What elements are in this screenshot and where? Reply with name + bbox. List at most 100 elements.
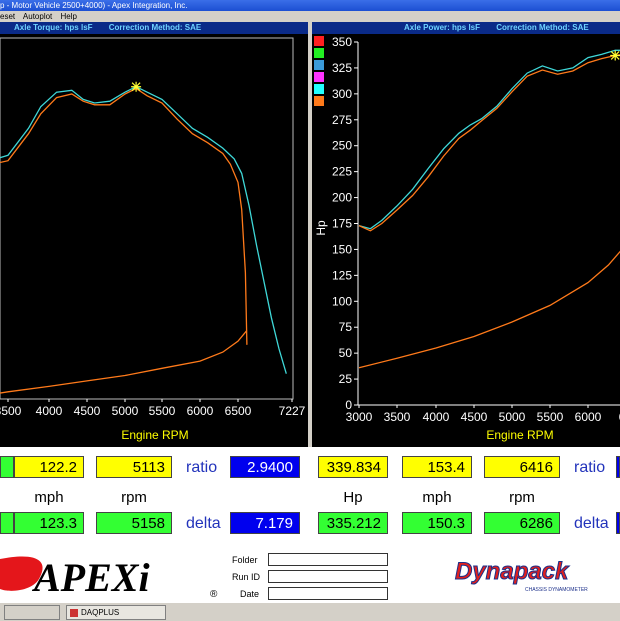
right-y-tick-label: 100 xyxy=(332,294,352,308)
taskbar-empty-button[interactable] xyxy=(4,605,60,620)
dynapack-subtitle: CHASSIS DYNAMOMETER xyxy=(525,587,588,593)
delta-label: delta xyxy=(186,515,221,532)
folder-label: Folder xyxy=(232,555,258,565)
right-ratio-edge xyxy=(616,456,620,478)
dynapack-wordmark: Dynapack xyxy=(455,558,570,585)
dynapack-logo: Dynapack CHASSIS DYNAMOMETER xyxy=(455,558,589,594)
ratio-value: 2.9400 xyxy=(230,456,300,478)
right-series-line-0 xyxy=(358,49,620,230)
left-rpm-unit: rpm xyxy=(121,489,147,506)
right-ratio-label: ratio xyxy=(574,459,606,476)
right-hp-1: 339.834 xyxy=(318,456,388,478)
left-x-tick-label: 6500 xyxy=(225,404,252,418)
apexi-logo: APEXi ® xyxy=(0,555,218,600)
left-series-line-1 xyxy=(0,87,248,345)
right-x-tick-label: 3000 xyxy=(346,410,373,424)
delta-value: 7.179 xyxy=(230,512,300,534)
right-correction-label: Correction Method: SAE xyxy=(496,23,589,32)
right-x-tick-label: 3500 xyxy=(384,410,411,424)
window-title: p - Motor Vehicle 2500+4000) - Apex Inte… xyxy=(0,1,188,10)
menu-bar: eset Autoplot Help xyxy=(0,11,620,22)
left-rpm-2: 5158 xyxy=(96,512,172,534)
left-series-line-2 xyxy=(0,329,248,394)
left-x-tick-label: 7227 xyxy=(279,404,306,418)
left-info-bar: Axle Torque: hps lsF Correction Method: … xyxy=(0,22,308,34)
right-y-tick-label: 50 xyxy=(339,346,353,360)
left-rpm-1: 5113 xyxy=(96,456,172,478)
legend-swatch xyxy=(314,72,324,82)
readout-panel: 122.2 5113 ratio 2.9400 mph rpm 123.3 51… xyxy=(0,447,620,547)
right-rpm-1: 6416 xyxy=(484,456,560,478)
right-rpm-2: 6286 xyxy=(484,512,560,534)
right-mph-unit: mph xyxy=(422,489,452,506)
legend-swatch xyxy=(314,84,324,94)
left-x-tick-label: 4000 xyxy=(36,404,63,418)
window-title-bar: p - Motor Vehicle 2500+4000) - Apex Inte… xyxy=(0,0,620,11)
right-y-axis-label: Hp xyxy=(314,220,328,236)
taskbar-daqplus-button[interactable]: DAQPLUS xyxy=(66,605,166,620)
left-x-tick-label: 5500 xyxy=(149,404,176,418)
right-y-tick-label: 350 xyxy=(332,35,352,49)
right-y-tick-label: 250 xyxy=(332,139,352,153)
right-y-tick-label: 150 xyxy=(332,242,352,256)
right-series-line-2 xyxy=(358,250,620,369)
left-edge-cell-2 xyxy=(0,512,14,534)
torque-chart: 3500 4000 4500 5000 5500 6000 6500 7227 Engine … xyxy=(0,34,308,447)
power-chart: 0255075100125150175200225250275300325350… xyxy=(312,34,620,447)
left-x-tick-label: 3500 xyxy=(0,404,22,418)
right-hp-2: 335.212 xyxy=(318,512,388,534)
left-cursor-marker xyxy=(131,81,142,92)
legend-swatch xyxy=(314,36,324,46)
legend-swatch xyxy=(314,60,324,70)
menu-help[interactable]: Help xyxy=(61,12,77,21)
right-y-tick-label: 200 xyxy=(332,191,352,205)
left-axle-label: Axle Torque: hps lsF xyxy=(14,23,93,32)
daqplus-label: DAQPLUS xyxy=(81,608,120,617)
right-cursor-marker xyxy=(610,50,620,61)
right-x-axis-label: Engine RPM xyxy=(486,428,553,442)
legend-swatch xyxy=(314,48,324,58)
runid-label: Run ID xyxy=(232,572,261,582)
right-y-tick-label: 175 xyxy=(332,217,352,231)
runid-field[interactable] xyxy=(268,570,388,583)
right-hp-unit: Hp xyxy=(343,489,363,506)
left-x-axis-label: Engine RPM xyxy=(121,428,188,442)
daqplus-icon xyxy=(70,608,78,617)
right-y-tick-label: 275 xyxy=(332,113,352,127)
right-x-tick-label: 4000 xyxy=(423,410,450,424)
ratio-label: ratio xyxy=(186,459,218,476)
right-mph-2: 150.3 xyxy=(402,512,472,534)
right-mph-1: 153.4 xyxy=(402,456,472,478)
brand-area: APEXi ® Folder Run ID Date Dynapack CHAS… xyxy=(0,547,620,602)
folder-field[interactable] xyxy=(268,553,388,566)
right-y-tick-label: 300 xyxy=(332,87,352,101)
right-axle-label: Axle Power: hps lsF xyxy=(404,23,481,32)
right-rpm-unit: rpm xyxy=(509,489,535,506)
right-x-tick-label: 5000 xyxy=(499,410,526,424)
left-mph-1: 122.2 xyxy=(14,456,84,478)
right-y-tick-label: 25 xyxy=(339,372,353,386)
right-y-tick-label: 225 xyxy=(332,165,352,179)
left-x-tick-label: 5000 xyxy=(112,404,139,418)
left-correction-label: Correction Method: SAE xyxy=(108,23,202,32)
left-mph-unit: mph xyxy=(34,489,64,506)
svg-text:®: ® xyxy=(210,589,218,600)
date-label: Date xyxy=(240,589,260,599)
right-x-tick-label: 4500 xyxy=(461,410,488,424)
menu-autoplot[interactable]: Autoplot xyxy=(23,12,52,21)
apexi-wordmark: APEXi xyxy=(31,555,150,600)
right-y-tick-label: 75 xyxy=(339,320,353,334)
right-info-bar: Axle Power: hps lsF Correction Method: S… xyxy=(312,22,620,34)
left-mph-2: 123.3 xyxy=(14,512,84,534)
legend-swatch xyxy=(314,96,324,106)
right-y-tick-label: 325 xyxy=(332,61,352,75)
left-x-tick-label: 4500 xyxy=(74,404,101,418)
left-x-tick-label: 6000 xyxy=(187,404,214,418)
right-x-tick-label: 6000 xyxy=(575,410,602,424)
right-delta-label: delta xyxy=(574,515,609,532)
right-delta-edge xyxy=(616,512,620,534)
taskbar: DAQPLUS xyxy=(0,602,620,621)
menu-reset[interactable]: eset xyxy=(0,12,15,21)
right-y-tick-label: 125 xyxy=(332,268,352,282)
date-field[interactable] xyxy=(268,587,388,600)
